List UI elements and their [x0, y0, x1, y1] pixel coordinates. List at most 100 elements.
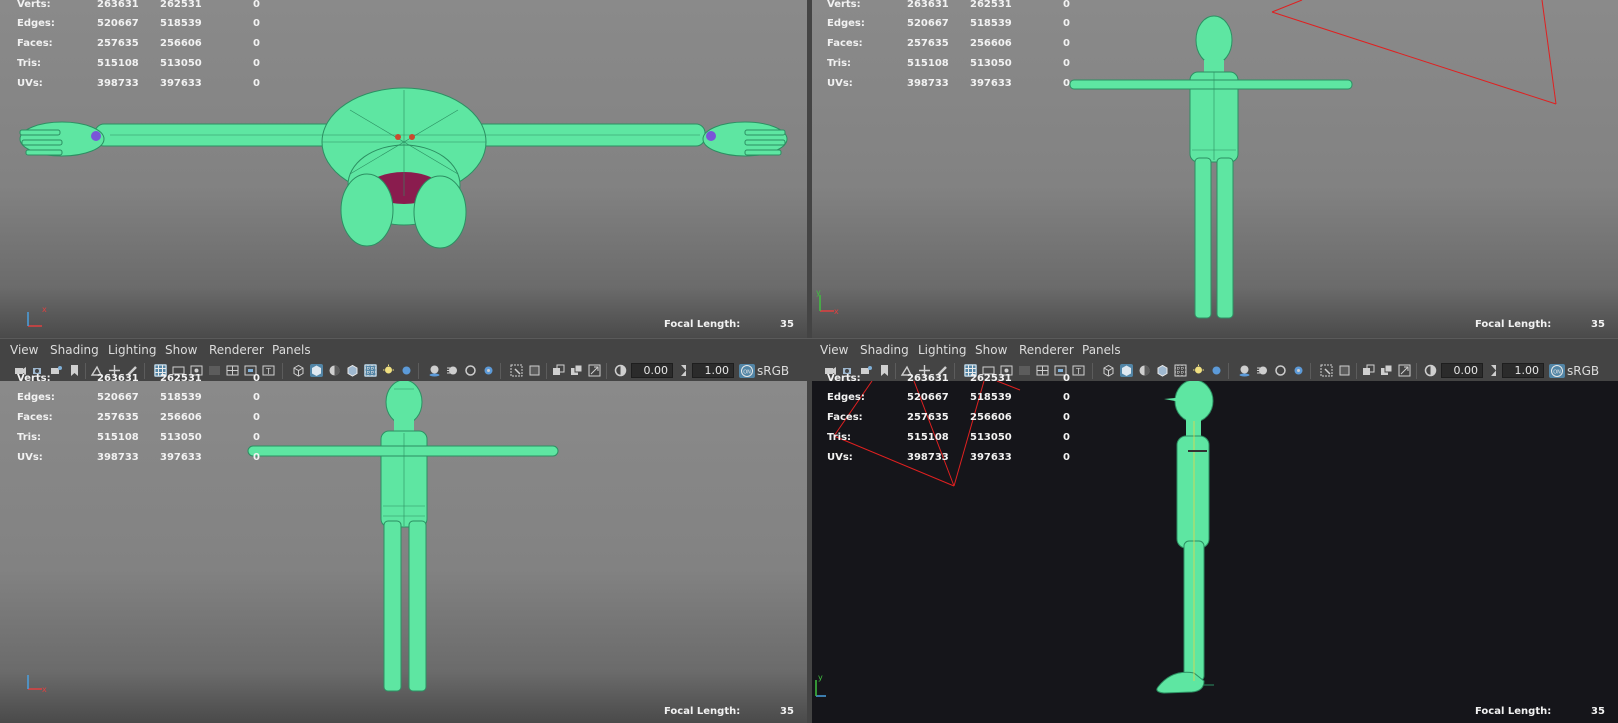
multisample-aa-icon[interactable] [1274, 364, 1287, 377]
color-management-toggle-icon[interactable]: ON [739, 364, 755, 378]
gamma-field[interactable]: 1.00 [692, 363, 734, 378]
menu-panels[interactable]: Panels [1082, 343, 1121, 357]
motion-blur-icon[interactable] [1256, 364, 1269, 377]
stat-value: 515108 [907, 432, 949, 443]
motion-blur-icon[interactable] [446, 364, 459, 377]
stat-value: 520667 [97, 392, 139, 403]
focal-length-label: Focal Length: [664, 319, 741, 330]
stat-label: UVs: [827, 78, 853, 89]
axis-gizmo-icon: y [815, 673, 826, 697]
stat-value: 397633 [160, 452, 202, 463]
focal-length-readout: Focal Length: 35 [1475, 319, 1615, 331]
stat-value: 515108 [97, 432, 139, 443]
wireframe-on-shaded-icon[interactable] [346, 364, 359, 377]
stat-label: Faces: [827, 38, 863, 49]
colorspace-label[interactable]: sRGB [757, 364, 789, 378]
xray-icon[interactable] [1338, 364, 1351, 377]
exposure-icon[interactable] [1424, 364, 1437, 377]
backface-culling-icon[interactable] [1398, 364, 1411, 377]
stat-value: 0 [253, 0, 260, 10]
depth-of-field-icon[interactable] [482, 364, 495, 377]
stat-value: 0 [1063, 18, 1070, 29]
focal-length-label: Focal Length: [664, 706, 741, 717]
isolate-select-icon[interactable] [510, 364, 523, 377]
exposure-field[interactable]: 0.00 [1441, 363, 1483, 378]
backface-culling-icon[interactable] [588, 364, 601, 377]
colorspace-label[interactable]: sRGB [1567, 364, 1599, 378]
stat-value: 0 [1063, 58, 1070, 69]
screen-space-ao-icon[interactable] [1238, 364, 1251, 377]
depth-of-field-icon[interactable] [1292, 364, 1305, 377]
axis-gizmo-icon: y x [816, 288, 839, 316]
focal-length-label: Focal Length: [1475, 319, 1552, 330]
menu-lighting[interactable]: Lighting [108, 343, 157, 357]
stat-value: 0 [253, 18, 260, 29]
svg-text:ON: ON [743, 369, 751, 375]
xray-active-components-icon[interactable] [1362, 364, 1375, 377]
stat-value: 256606 [160, 38, 202, 49]
wireframe-on-shaded-icon[interactable] [1156, 364, 1169, 377]
stat-value: 518539 [160, 392, 202, 403]
color-management-toggle-icon[interactable]: ON [1549, 364, 1565, 378]
stat-value: 398733 [97, 78, 139, 89]
multisample-aa-icon[interactable] [464, 364, 477, 377]
menu-renderer[interactable]: Renderer [209, 343, 264, 357]
use-all-lights-icon[interactable] [382, 364, 395, 377]
stat-label: UVs: [17, 78, 43, 89]
stat-value: 0 [1063, 38, 1070, 49]
menu-shading[interactable]: Shading [860, 343, 909, 357]
screen-space-ao-icon[interactable] [428, 364, 441, 377]
stat-value: 397633 [160, 78, 202, 89]
default-material-icon[interactable] [1138, 364, 1151, 377]
use-all-lights-icon[interactable] [1192, 364, 1205, 377]
exposure-field[interactable]: 0.00 [631, 363, 673, 378]
stat-label: Tris: [827, 432, 852, 443]
exposure-icon[interactable] [614, 364, 627, 377]
stat-value: 518539 [970, 18, 1012, 29]
stat-label: Tris: [17, 58, 42, 69]
focal-length-value: 35 [1591, 319, 1605, 330]
stat-value: 263631 [97, 373, 139, 384]
stat-value: 398733 [907, 78, 949, 89]
shadows-icon[interactable] [1210, 364, 1223, 377]
menu-renderer[interactable]: Renderer [1019, 343, 1074, 357]
stat-value: 520667 [97, 18, 139, 29]
stat-label: Edges: [17, 18, 55, 29]
isolate-select-icon[interactable] [1320, 364, 1333, 377]
stat-value: 263631 [907, 0, 949, 10]
xray-joints-icon[interactable] [570, 364, 583, 377]
axis-y-label: y [816, 288, 821, 297]
stat-value: 263631 [97, 0, 139, 10]
menu-view[interactable]: View [10, 343, 38, 357]
stat-label: Verts: [17, 373, 51, 384]
panel-menubar: View Shading Lighting Show Renderer Pane… [812, 339, 1618, 361]
menu-view[interactable]: View [820, 343, 848, 357]
focal-length-value: 35 [780, 706, 794, 717]
stat-value: 518539 [970, 392, 1012, 403]
stat-label: Edges: [17, 392, 55, 403]
axis-gizmo-icon: x [27, 305, 47, 327]
stat-label: Edges: [827, 18, 865, 29]
xray-joints-icon[interactable] [1380, 364, 1393, 377]
gamma-icon[interactable] [677, 364, 690, 377]
gamma-field[interactable]: 1.00 [1502, 363, 1544, 378]
menu-lighting[interactable]: Lighting [918, 343, 967, 357]
menu-show[interactable]: Show [165, 343, 197, 357]
xray-active-components-icon[interactable] [552, 364, 565, 377]
textured-icon[interactable] [1174, 364, 1187, 377]
gamma-icon[interactable] [1487, 364, 1500, 377]
axis-gizmo-icon: x [27, 675, 47, 694]
viewport-pane-top: Verts: 263631 262531 0 Edges: 520667 518539 0 … [0, 0, 807, 338]
svg-text:ON: ON [1553, 369, 1561, 375]
xray-icon[interactable] [528, 364, 541, 377]
menu-panels[interactable]: Panels [272, 343, 311, 357]
stat-value: 0 [253, 412, 260, 423]
default-material-icon[interactable] [328, 364, 341, 377]
stat-value: 262531 [970, 373, 1012, 384]
menu-shading[interactable]: Shading [50, 343, 99, 357]
axis-x-label: x [42, 685, 47, 694]
textured-icon[interactable] [364, 364, 377, 377]
stat-value: 257635 [97, 412, 139, 423]
shadows-icon[interactable] [400, 364, 413, 377]
menu-show[interactable]: Show [975, 343, 1007, 357]
